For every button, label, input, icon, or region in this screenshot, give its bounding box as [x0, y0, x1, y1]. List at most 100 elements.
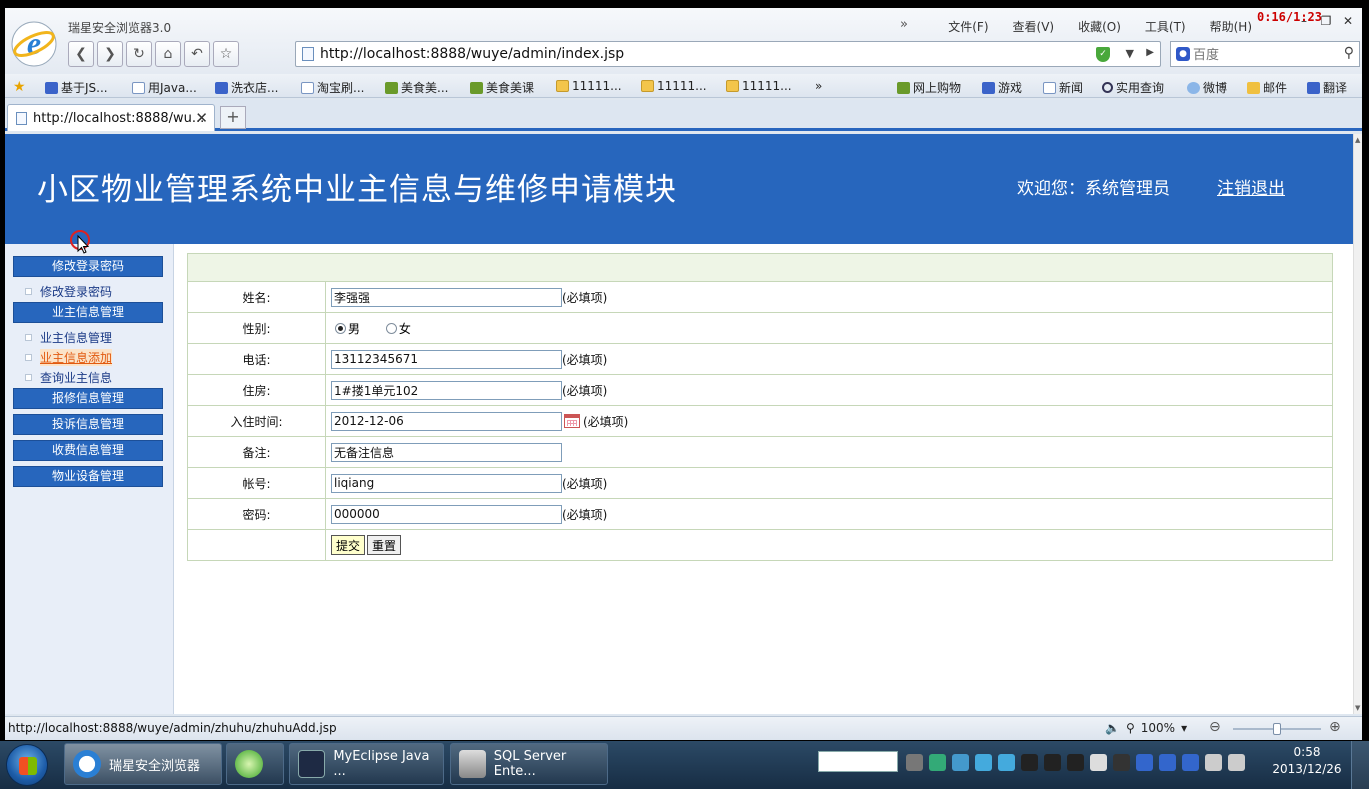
taskbar-app-green[interactable] — [226, 743, 284, 785]
shield-icon[interactable] — [1182, 754, 1199, 771]
logout-link[interactable]: 注销退出 — [1217, 174, 1285, 199]
fav-weibo[interactable]: 微博 — [1187, 79, 1227, 96]
remark-input[interactable] — [331, 442, 562, 462]
close-tab-icon[interactable]: ✕ — [195, 109, 208, 127]
address-bar[interactable]: http://localhost:8888/wuye/admin/index.j… — [295, 41, 1161, 67]
fav-item[interactable]: 美食美课 — [470, 79, 534, 96]
home-icon[interactable]: ⌂ — [155, 41, 181, 67]
go-icon[interactable]: ▶ — [1146, 47, 1154, 58]
qq-icon[interactable] — [1044, 754, 1061, 771]
phone-input[interactable] — [331, 349, 562, 369]
new-tab-button[interactable]: + — [220, 106, 246, 129]
menu-tools[interactable]: 工具(T) — [1145, 18, 1186, 35]
fav-more-icon[interactable]: » — [815, 79, 822, 93]
fav-shopping[interactable]: 网上购物 — [897, 79, 961, 96]
taskbar-myeclipse[interactable]: MyEclipse Java ... — [289, 743, 444, 785]
qq-icon[interactable] — [1021, 754, 1038, 771]
zoom-level[interactable]: 100% — [1141, 721, 1175, 735]
sidebar-item-owner-query[interactable]: 查询业主信息 — [25, 369, 112, 386]
fav-item[interactable]: 用Java... — [132, 79, 197, 96]
fav-item[interactable]: 淘宝刷... — [301, 79, 364, 96]
sidebar-item-owner-add[interactable]: 业主信息添加 — [25, 349, 113, 366]
zoom-out-icon[interactable]: ⊖ — [1209, 719, 1221, 735]
scroll-up-icon[interactable]: ▲ — [1355, 136, 1360, 144]
menu-overflow-icon[interactable]: » — [900, 17, 908, 32]
tray-search-icon[interactable] — [952, 754, 969, 771]
scroll-down-icon[interactable]: ▼ — [1355, 704, 1360, 712]
gender-female-radio[interactable]: 女 — [385, 320, 411, 337]
favorites-star-icon[interactable]: ★ — [13, 79, 26, 95]
sidebar-item-change-password[interactable]: 修改登录密码 — [25, 283, 112, 300]
tray-app-icon[interactable] — [998, 754, 1015, 771]
taskbar-browser[interactable]: 瑞星安全浏览器 — [64, 743, 222, 785]
forward-icon[interactable]: ❯ — [97, 41, 123, 67]
tray-app-icon[interactable] — [1090, 754, 1107, 771]
volume-icon[interactable] — [1228, 754, 1245, 771]
sidebar-header-owner[interactable]: 业主信息管理 — [13, 302, 163, 323]
zoom-slider-knob[interactable] — [1273, 723, 1281, 735]
tray-app-icon[interactable] — [975, 754, 992, 771]
sidebar-header-equipment[interactable]: 物业设备管理 — [13, 466, 163, 487]
fav-folder[interactable]: 11111... — [556, 79, 622, 93]
menu-favorites[interactable]: 收藏(O) — [1078, 18, 1121, 35]
network-icon[interactable] — [1205, 754, 1222, 771]
name-input[interactable] — [331, 287, 562, 307]
page-scrollbar[interactable]: ▲ ▼ — [1353, 134, 1362, 714]
calendar-icon[interactable] — [564, 414, 580, 428]
security-shield-icon[interactable]: ✓ — [1096, 47, 1110, 62]
reset-button[interactable]: 重置 — [367, 535, 402, 555]
checkin-date-input[interactable] — [331, 411, 562, 431]
minimize-icon[interactable]: – — [1294, 13, 1314, 29]
search-input[interactable] — [1193, 45, 1323, 63]
sidebar-item-owner-manage[interactable]: 业主信息管理 — [25, 329, 112, 346]
submit-button[interactable]: 提交 — [331, 535, 366, 555]
search-box[interactable]: ● ⚲ — [1170, 41, 1360, 67]
zoom-control[interactable]: 🔈 ⚲ 100% ▾ — [1105, 721, 1187, 735]
fav-folder[interactable]: 11111... — [726, 79, 792, 93]
address-dropdown-icon[interactable]: ▼ — [1126, 47, 1134, 60]
fav-item[interactable]: 美食美... — [385, 79, 448, 96]
tray-app-icon[interactable] — [1159, 754, 1176, 771]
fav-folder[interactable]: 11111... — [641, 79, 707, 93]
qq-icon[interactable] — [1067, 754, 1084, 771]
refresh-icon[interactable]: ↻ — [126, 41, 152, 67]
start-button[interactable] — [6, 744, 48, 786]
restore-icon[interactable]: ❐ — [1316, 13, 1336, 29]
sidebar-header-fee[interactable]: 收费信息管理 — [13, 440, 163, 461]
sidebar-header-password[interactable]: 修改登录密码 — [13, 256, 163, 277]
taskbar-search-input[interactable] — [818, 751, 898, 772]
house-input[interactable] — [331, 380, 562, 400]
fav-translate[interactable]: 翻译 — [1307, 79, 1347, 96]
menu-view[interactable]: 查看(V) — [1013, 18, 1055, 35]
bookmark-star-icon[interactable]: ☆ — [213, 41, 239, 67]
speaker-icon[interactable]: 🔈 — [1105, 721, 1120, 735]
fav-query[interactable]: 实用查询 — [1102, 79, 1164, 96]
close-window-icon[interactable]: ✕ — [1338, 13, 1358, 29]
tray-app-icon[interactable] — [929, 754, 946, 771]
fav-item[interactable]: 基于JS... — [45, 79, 108, 96]
fav-news[interactable]: 新闻 — [1043, 79, 1083, 96]
gender-male-radio[interactable]: 男 — [335, 320, 360, 337]
back-icon[interactable]: ❮ — [68, 41, 94, 67]
search-icon[interactable]: ⚲ — [1344, 45, 1354, 61]
undo-icon[interactable]: ↶ — [184, 41, 210, 67]
system-clock[interactable]: 0:58 2013/12/26 — [1272, 744, 1342, 778]
show-desktop-button[interactable] — [1351, 741, 1369, 789]
taskbar-sqlserver[interactable]: SQL Server Ente... — [450, 743, 608, 785]
fav-mail[interactable]: 邮件 — [1247, 79, 1287, 96]
tray-app-icon[interactable] — [1136, 754, 1153, 771]
password-input[interactable] — [331, 504, 562, 524]
keyboard-icon[interactable] — [906, 754, 923, 771]
zoom-in-icon[interactable]: ⊕ — [1329, 719, 1341, 735]
sidebar-header-repair[interactable]: 报修信息管理 — [13, 388, 163, 409]
sidebar-header-complaint[interactable]: 投诉信息管理 — [13, 414, 163, 435]
menu-file[interactable]: 文件(F) — [948, 18, 988, 35]
menu-help[interactable]: 帮助(H) — [1210, 18, 1252, 35]
zoom-dropdown-icon[interactable]: ▾ — [1181, 721, 1187, 735]
tray-app-icon[interactable] — [1113, 754, 1130, 771]
address-url[interactable]: http://localhost:8888/wuye/admin/index.j… — [320, 46, 624, 62]
tab-current[interactable]: http://localhost:8888/wu... ✕ — [7, 104, 215, 131]
zoom-slider[interactable] — [1233, 723, 1321, 735]
account-input[interactable] — [331, 473, 562, 493]
fav-item[interactable]: 洗衣店... — [215, 79, 278, 96]
